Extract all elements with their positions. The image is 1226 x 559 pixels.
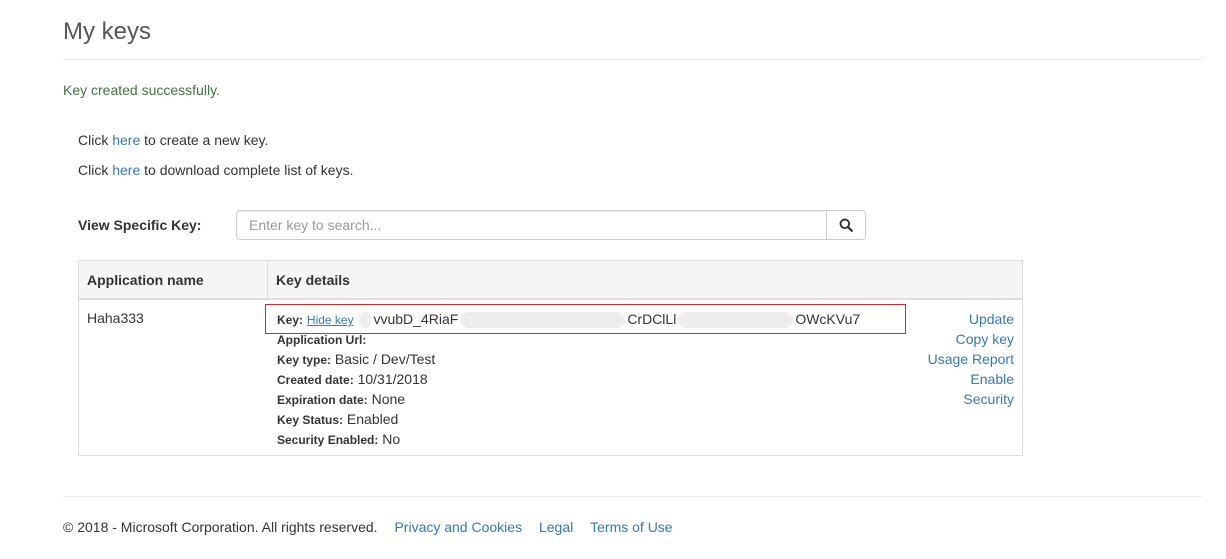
detail-label: Created date: [277, 373, 354, 387]
detail-label: Application Url: [277, 333, 367, 347]
redaction-blur [460, 312, 626, 329]
detail-label: Security Enabled: [277, 433, 379, 447]
key-value-part: OWcKVu7 [795, 311, 861, 327]
key-value-part: vvubD_4RiaF [373, 311, 459, 327]
enable-link[interactable]: Enable [928, 369, 1014, 389]
key-label: Key: [277, 313, 304, 327]
download-keys-prefix: Click [78, 162, 109, 178]
page-title: My keys [63, 18, 152, 45]
detail-value: None [371, 391, 406, 407]
key-actions: Update Copy key Usage Report Enable Secu… [928, 309, 1014, 409]
download-keys-suffix: to download complete list of keys. [144, 162, 354, 178]
detail-application-url: Application Url: [277, 329, 366, 349]
header-key-details: Key details [276, 272, 350, 288]
success-message: Key created successfully. [63, 82, 220, 98]
footer-link-legal[interactable]: Legal [539, 519, 573, 535]
footer: © 2018 - Microsoft Corporation. All righ… [63, 519, 673, 536]
update-link[interactable]: Update [928, 309, 1014, 329]
detail-value: No [382, 431, 401, 447]
detail-label: Expiration date: [277, 393, 368, 407]
detail-created-date: Created date: 10/31/2018 [277, 369, 428, 389]
detail-label: Key type: [277, 353, 332, 367]
footer-divider [63, 496, 1203, 497]
search-icon [839, 218, 853, 232]
usage-report-link[interactable]: Usage Report [928, 349, 1014, 369]
redaction-blur [678, 312, 794, 329]
search-button[interactable] [826, 210, 866, 240]
create-key-line: Click here to create a new key. [78, 132, 268, 149]
key-line: Key: Hide key vvubD_4RiaF CrDClLl OWcKVu7 [277, 309, 860, 329]
create-key-link[interactable]: here [112, 132, 140, 148]
table-header-row: Application name Key details [79, 261, 1022, 300]
header-column-divider [267, 261, 268, 298]
detail-label: Key Status: [277, 413, 344, 427]
download-keys-link[interactable]: here [112, 162, 140, 178]
search-label: View Specific Key: [78, 217, 202, 233]
hide-key-link[interactable]: Hide key [307, 313, 354, 327]
redaction-blur [359, 312, 372, 329]
detail-value: Basic / Dev/Test [334, 351, 436, 367]
detail-value: 10/31/2018 [357, 371, 428, 387]
header-application-name: Application name [87, 272, 204, 288]
footer-link-privacy[interactable]: Privacy and Cookies [394, 519, 522, 535]
copy-key-link[interactable]: Copy key [928, 329, 1014, 349]
security-link[interactable]: Security [928, 389, 1014, 409]
detail-security-enabled: Security Enabled: No [277, 429, 400, 449]
footer-link-terms[interactable]: Terms of Use [590, 519, 672, 535]
search-input[interactable] [236, 210, 827, 240]
application-name-cell: Haha333 [87, 310, 144, 326]
detail-key-type: Key type: Basic / Dev/Test [277, 349, 435, 369]
detail-key-status: Key Status: Enabled [277, 409, 398, 429]
detail-value: Enabled [346, 411, 399, 427]
create-key-prefix: Click [78, 132, 109, 148]
copyright-text: © 2018 - Microsoft Corporation. All righ… [63, 519, 378, 535]
download-keys-line: Click here to download complete list of … [78, 162, 354, 179]
create-key-suffix: to create a new key. [144, 132, 269, 148]
key-value-part: CrDClLl [627, 311, 677, 327]
title-divider [63, 59, 1203, 60]
keys-table: Application name Key details Haha333 Key… [78, 260, 1023, 456]
detail-expiration-date: Expiration date: None [277, 389, 405, 409]
